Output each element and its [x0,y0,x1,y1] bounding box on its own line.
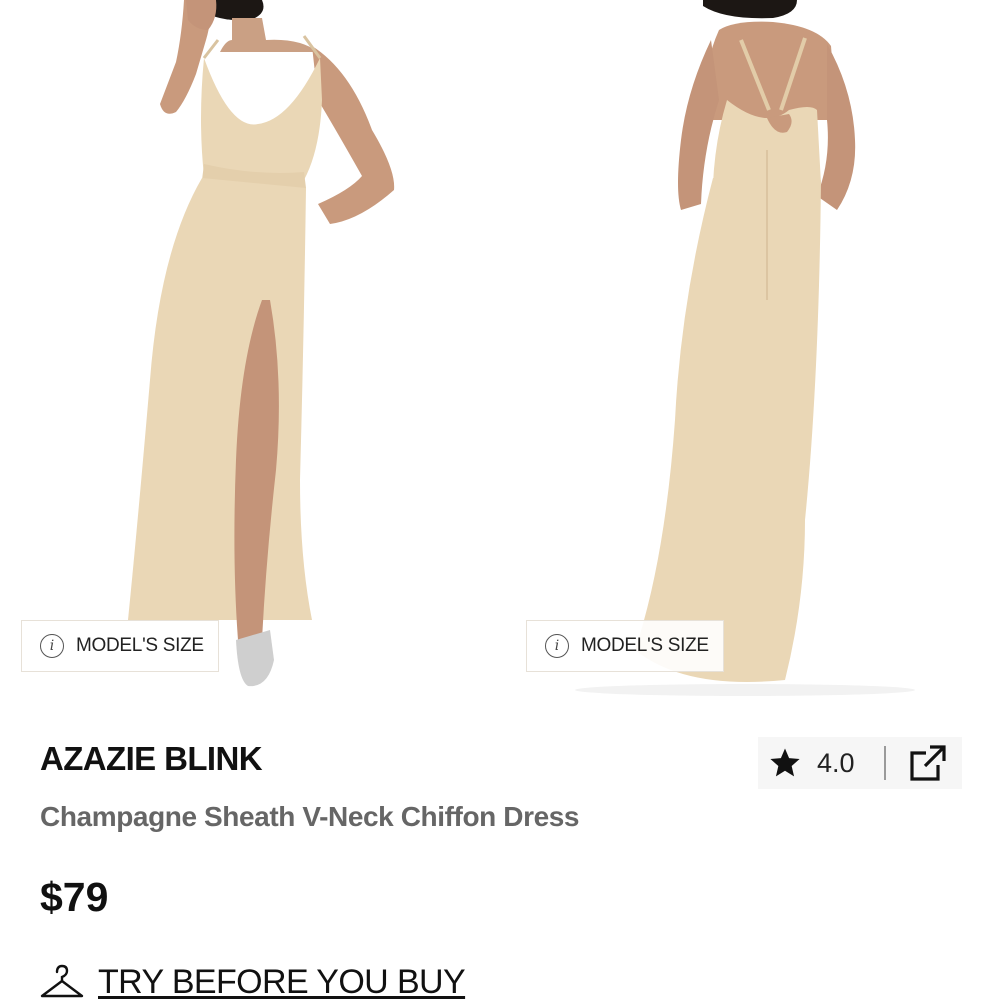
hanger-icon [40,964,84,998]
try-before-you-buy-label: TRY BEFORE YOU BUY [98,962,466,1001]
info-icon: i [545,634,569,658]
info-icon: i [40,634,64,658]
product-photo-back[interactable] [505,0,1000,700]
product-image-gallery[interactable]: i MODEL'S SIZE i MODEL'S SIZE [0,0,1000,700]
rating-share-bar: 4.0 [758,737,962,789]
rating-button[interactable]: 4.0 [768,737,876,789]
back-view-illustration [505,0,1000,700]
models-size-label: MODEL'S SIZE [76,635,204,656]
product-price: $79 [40,874,109,920]
front-view-illustration [0,0,500,700]
rating-value: 4.0 [817,747,855,778]
models-size-button[interactable]: i MODEL'S SIZE [21,620,219,672]
share-button[interactable] [908,743,950,783]
models-size-label: MODEL'S SIZE [581,635,709,656]
product-title: Champagne Sheath V-Neck Chiffon Dress [40,801,580,832]
models-size-button[interactable]: i MODEL'S SIZE [526,620,724,672]
try-before-you-buy-link[interactable]: TRY BEFORE YOU BUY [38,962,466,1002]
product-photo-front[interactable] [0,0,500,700]
star-icon [770,748,800,777]
share-external-icon [910,745,946,781]
divider [884,746,886,780]
brand-name: AZAZIE BLINK [40,740,263,777]
